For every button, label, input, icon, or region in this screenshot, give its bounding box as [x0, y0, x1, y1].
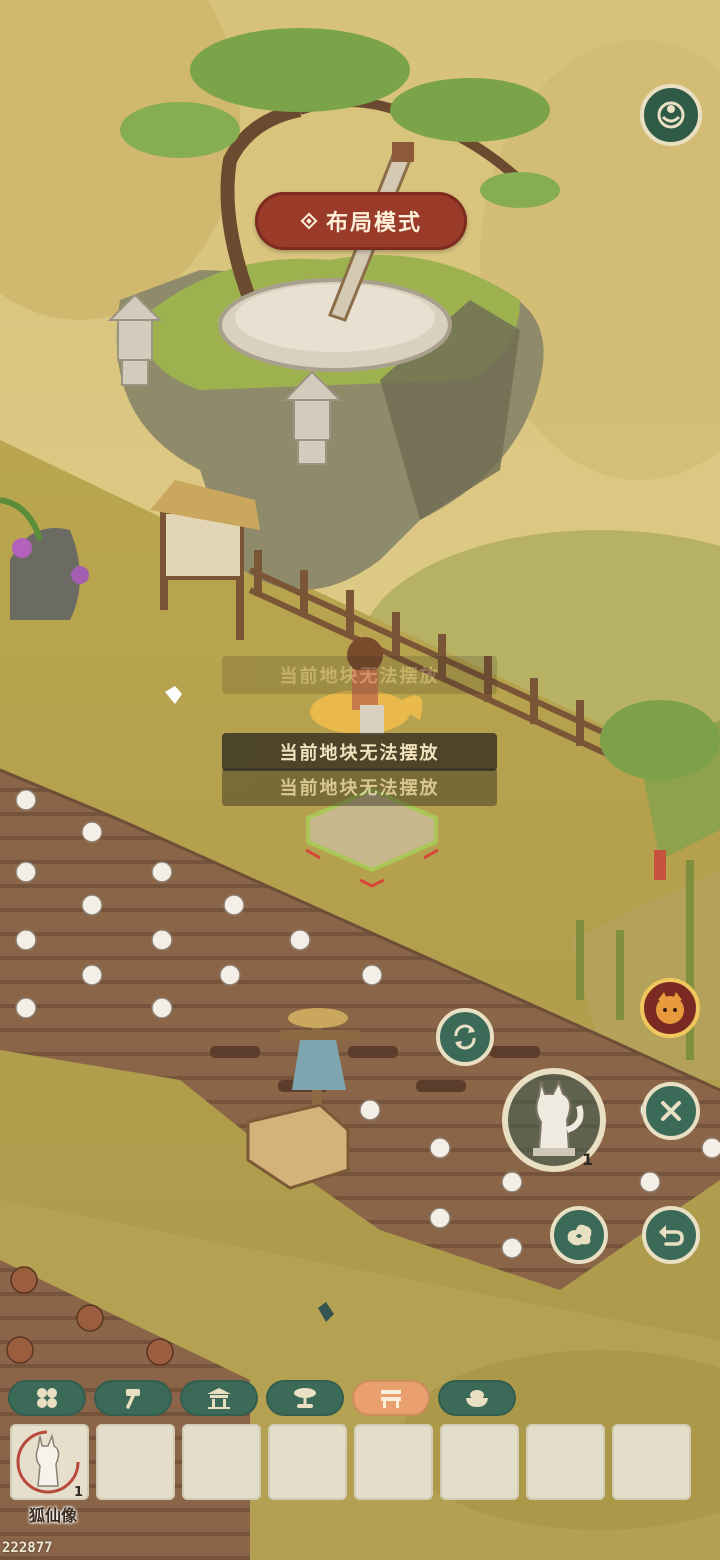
- bowl-icon: [466, 1390, 488, 1407]
- placement-warning-toast: 当前地块无法摆放: [222, 768, 497, 806]
- tab-furniture[interactable]: [352, 1380, 430, 1416]
- inventory-bar: 1: [10, 1424, 700, 1502]
- layout-mode-label: 布局模式: [325, 210, 422, 236]
- inventory-slot[interactable]: [96, 1424, 175, 1500]
- game-screen: 布局模式 当前地块无法摆放 当前地块无法摆放 当前地块无法摆放 1 1 狐仙像 …: [0, 0, 720, 1560]
- tab-all[interactable]: [8, 1380, 86, 1416]
- cloud-swirl-icon: [567, 1224, 592, 1246]
- diamond-icon: [300, 212, 318, 230]
- tab-plants[interactable]: [266, 1380, 344, 1416]
- shrine-icon: [207, 1388, 231, 1409]
- inventory-slot[interactable]: [612, 1424, 691, 1500]
- layout-mode-banner: 布局模式: [255, 192, 467, 250]
- inventory-slot[interactable]: [182, 1424, 261, 1500]
- rotate-button[interactable]: [436, 1008, 494, 1066]
- bonsai-tree-icon: [294, 1388, 316, 1408]
- undo-button[interactable]: [642, 1206, 700, 1264]
- top-right-menu-button[interactable]: [640, 84, 702, 146]
- fox-statue-icon: [533, 1080, 584, 1156]
- placement-warning-toast: 当前地块无法摆放: [222, 733, 497, 771]
- tab-buildings[interactable]: [180, 1380, 258, 1416]
- teacup-icon: [657, 101, 685, 129]
- inventory-slot[interactable]: [526, 1424, 605, 1500]
- grid-icon: [37, 1388, 57, 1408]
- hammer-icon: [126, 1389, 140, 1409]
- inventory-slot-count: 1: [73, 1485, 83, 1500]
- undo-icon: [659, 1225, 684, 1246]
- close-icon: [661, 1101, 681, 1121]
- inventory-slot[interactable]: [354, 1424, 433, 1500]
- build-id: 222877: [2, 1540, 53, 1556]
- inventory-slot[interactable]: [268, 1424, 347, 1500]
- category-tab-bar: [8, 1380, 518, 1418]
- character-avatar-button[interactable]: [640, 978, 700, 1038]
- tab-food[interactable]: [438, 1380, 516, 1416]
- inventory-slot[interactable]: 1: [10, 1424, 89, 1500]
- fox-avatar-icon: [656, 992, 684, 1024]
- rotate-icon: [454, 1024, 476, 1050]
- tab-tools[interactable]: [94, 1380, 172, 1416]
- store-button[interactable]: [550, 1206, 608, 1264]
- placing-item-count: 1: [582, 1150, 594, 1169]
- placement-warning-toast: 当前地块无法摆放: [222, 656, 497, 694]
- inventory-slot-label: 狐仙像: [28, 1506, 77, 1525]
- inventory-slot[interactable]: [440, 1424, 519, 1500]
- cancel-placement-button[interactable]: [642, 1082, 700, 1140]
- bench-icon: [381, 1390, 401, 1408]
